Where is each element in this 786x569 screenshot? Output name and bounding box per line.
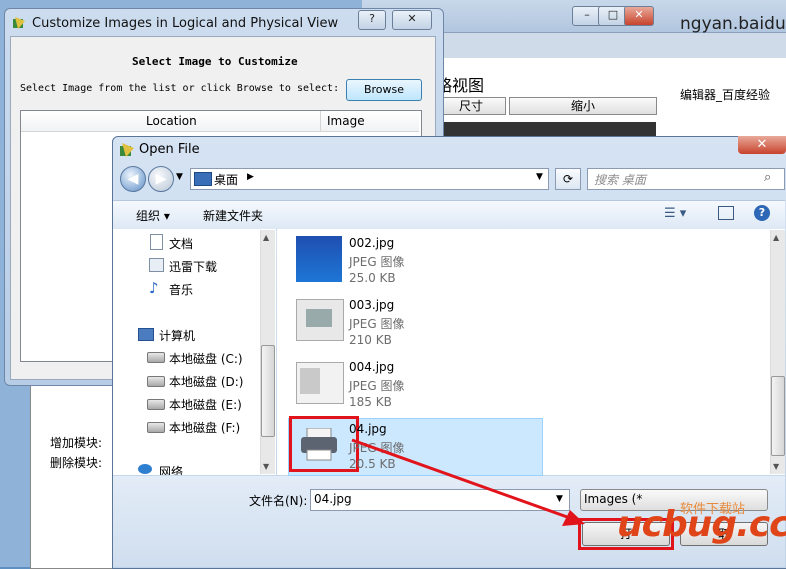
- watermark-tagline: 软件下载站: [680, 502, 746, 517]
- annotation-arrow: [351, 438, 585, 526]
